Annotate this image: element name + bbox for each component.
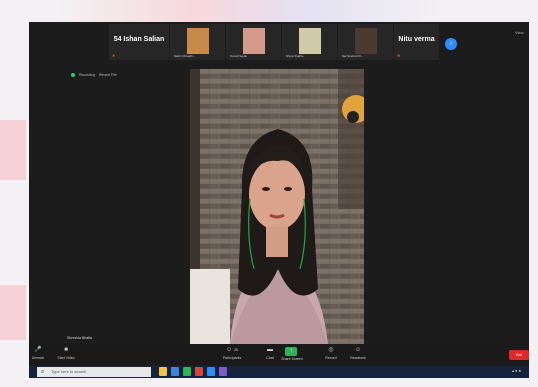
participant-caption: Shruti Dudhe (286, 54, 304, 58)
file-explorer-icon[interactable] (159, 367, 167, 376)
mute-label: Unmute (31, 356, 45, 360)
host-label: Recent File (98, 73, 117, 77)
self-view-label: Shreshta Bhatla (67, 336, 92, 340)
participants-label: Participants (222, 356, 242, 360)
microphone-icon: 🎤 (34, 347, 42, 353)
share-screen-button[interactable]: Share Screen (278, 357, 306, 361)
share-label: Share Screen (281, 357, 303, 361)
record-label: Record (325, 356, 337, 360)
participant-tile[interactable]: Kunal Nayak (226, 24, 281, 60)
meeting-toolbar: 🎤 Unmute ■ Start Video ☺ 26 Participants… (29, 344, 529, 366)
recording-dot-icon (71, 73, 75, 77)
participant-caption: Sakhi Chaudh... (174, 54, 196, 58)
system-tray: ▴ ● ● (511, 368, 521, 373)
participant-caption: Kunal Nayak (230, 54, 248, 58)
record-icon: ◎ (328, 347, 334, 353)
view-label[interactable]: View (515, 30, 524, 35)
mute-button[interactable]: 🎤 Unmute (25, 346, 51, 360)
participant-name: 54 Ishan Salian (113, 36, 165, 43)
participant-video (242, 28, 265, 54)
reactions-button[interactable]: ☺ Reactions (345, 346, 371, 360)
participants-button[interactable]: ☺ 26 Participants (219, 346, 245, 360)
taskbar-apps (159, 367, 227, 376)
participants-count: 26 (233, 348, 238, 352)
share-screen-icon[interactable]: ↑ (285, 347, 297, 356)
end-meeting-button[interactable]: End (509, 350, 529, 360)
app-icon[interactable] (195, 367, 203, 376)
taskbar-search-box[interactable]: ⌕ Type here to search (37, 367, 151, 377)
start-video-button[interactable]: ■ Start Video (53, 346, 79, 360)
participant-tile[interactable]: Sakhi Chaudh... (170, 24, 225, 60)
chat-icon: ▬ (267, 347, 273, 353)
participant-tile[interactable]: Shruti Dudhe (282, 24, 337, 60)
record-button[interactable]: ◎ Record (318, 346, 344, 360)
background-wash (0, 285, 26, 340)
recording-indicator: Recording Recent File (71, 73, 117, 77)
windows-taskbar: ⌕ Type here to search ▴ ● ● (29, 366, 529, 378)
participant-video (186, 28, 209, 54)
participant-tile[interactable]: Nitu verma ✖ (394, 24, 439, 60)
speaker-video-frame (190, 69, 364, 345)
next-page-button[interactable]: › (445, 38, 457, 50)
active-speaker-video (190, 69, 364, 345)
mic-muted-icon: ✖ (397, 53, 401, 58)
chrome-icon[interactable] (183, 367, 191, 376)
participant-tile[interactable]: 54 Ishan Salian ✖ (109, 24, 169, 60)
zoom-meeting-window: 54 Ishan Salian ✖ Sakhi Chaudh... Kunal … (29, 22, 529, 378)
mic-muted-icon: ✖ (112, 53, 116, 58)
participant-caption: Sai Snehal Kh... (342, 54, 364, 58)
participant-video (354, 28, 377, 54)
search-icon: ⌕ (41, 369, 45, 375)
participant-video (298, 28, 321, 54)
camera-icon: ■ (64, 347, 68, 353)
edge-icon[interactable] (171, 367, 179, 376)
zoom-icon[interactable] (207, 367, 215, 376)
search-placeholder: Type here to search (51, 369, 87, 374)
participant-name: Nitu verma (398, 36, 435, 43)
app-icon[interactable] (219, 367, 227, 376)
reactions-label: Reactions (350, 356, 366, 360)
video-label: Start Video (57, 356, 75, 360)
background-wash (0, 120, 26, 180)
participants-icon: ☺ 26 (226, 347, 238, 353)
recording-label: Recording (79, 73, 95, 77)
background-wash (60, 0, 440, 22)
participant-tile[interactable]: Sai Snehal Kh... (338, 24, 393, 60)
reactions-icon: ☺ (354, 347, 362, 353)
